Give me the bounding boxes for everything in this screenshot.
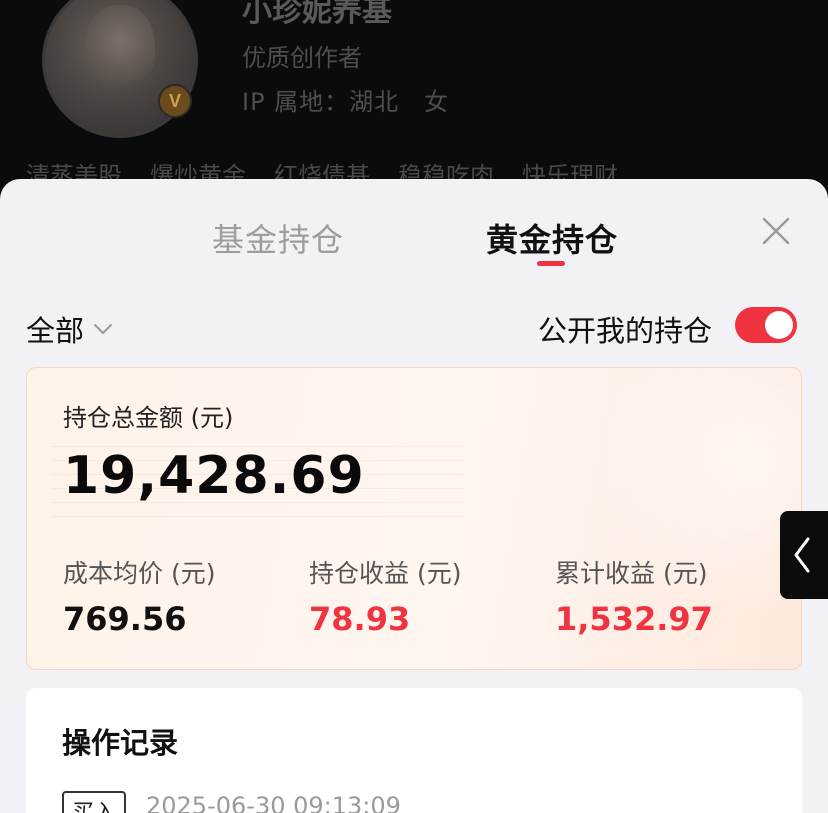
avatar-photo	[85, 5, 155, 95]
holdings-summary-card: 持仓总金额 (元) 19,428.69 成本均价 (元) 769.56 持仓收益…	[26, 367, 802, 670]
close-icon	[762, 217, 790, 245]
close-button[interactable]	[760, 215, 792, 247]
side-expand-button[interactable]	[780, 511, 828, 599]
profile-ip-location: IP 属地：湖北 女	[242, 88, 450, 116]
stat-label: 累计收益 (元)	[555, 559, 708, 588]
operation-records: 操作记录 买入 2025-06-30 09:13:09	[26, 688, 802, 813]
tab-fund-holdings[interactable]: 基金持仓	[212, 215, 344, 261]
chevron-left-icon	[794, 537, 810, 573]
record-time: 2025-06-30 09:13:09	[146, 792, 401, 813]
profile-title: 优质创作者	[242, 44, 362, 72]
stat-label: 持仓收益 (元)	[309, 559, 462, 588]
profile-background: V 小珍妮养基 优质创作者 IP 属地：湖北 女 清蒸美股 爆炒黄金 红烧债基 …	[0, 0, 828, 200]
filter-dropdown[interactable]: 全部	[26, 308, 114, 350]
holdings-sheet: 基金持仓 黄金持仓 全部 公开我的持仓 持仓总金额 (元) 19,428.69 …	[0, 179, 828, 813]
total-amount-value: 19,428.69	[63, 446, 365, 506]
record-type-badge: 买入	[62, 791, 127, 813]
stat-value: 769.56	[63, 600, 187, 638]
active-tab-indicator	[537, 261, 565, 266]
profile-name: 小珍妮养基	[242, 0, 392, 29]
stat-cost-average: 成本均价 (元) 769.56	[63, 554, 215, 638]
stat-holding-profit: 持仓收益 (元) 78.93	[309, 554, 461, 638]
chevron-down-icon	[94, 324, 113, 334]
stat-label: 成本均价 (元)	[63, 559, 216, 588]
filter-label: 全部	[26, 314, 85, 348]
records-title: 操作记录	[62, 726, 179, 760]
tab-gold-holdings[interactable]: 黄金持仓	[486, 215, 618, 261]
total-amount-label: 持仓总金额 (元)	[63, 404, 234, 432]
stat-cumulative-profit: 累计收益 (元) 1,532.97	[555, 554, 713, 638]
public-holdings-label: 公开我的持仓	[538, 314, 713, 348]
stat-value: 1,532.97	[555, 600, 713, 638]
verified-badge-icon: V	[158, 84, 192, 118]
toggle-knob	[765, 311, 793, 339]
public-holdings-toggle[interactable]	[735, 307, 797, 343]
stat-value: 78.93	[309, 600, 411, 638]
